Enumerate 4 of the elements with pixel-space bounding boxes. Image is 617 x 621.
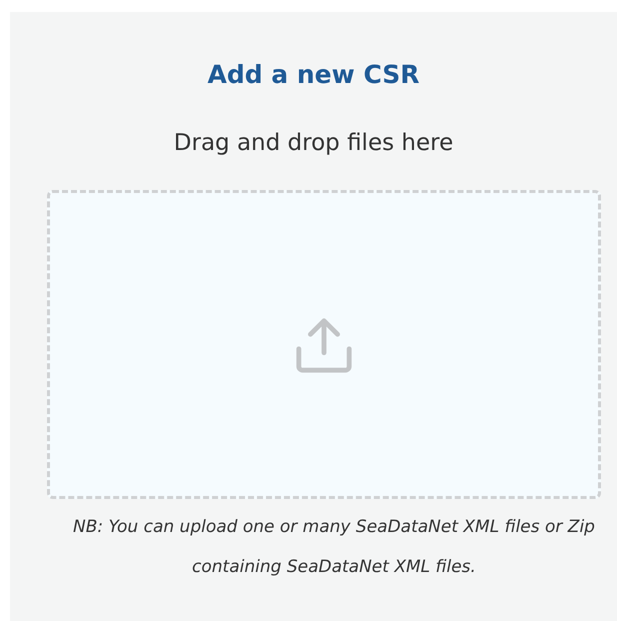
drop-prompt: Drag and drop files here [174, 129, 454, 158]
panel-title: Add a new CSR [207, 59, 420, 91]
upload-note: NB: You can upload one or many SeaDataNet XML files or Zip containing SeaDataNet XML files. [72, 516, 596, 579]
drop-zone[interactable] [47, 190, 601, 499]
